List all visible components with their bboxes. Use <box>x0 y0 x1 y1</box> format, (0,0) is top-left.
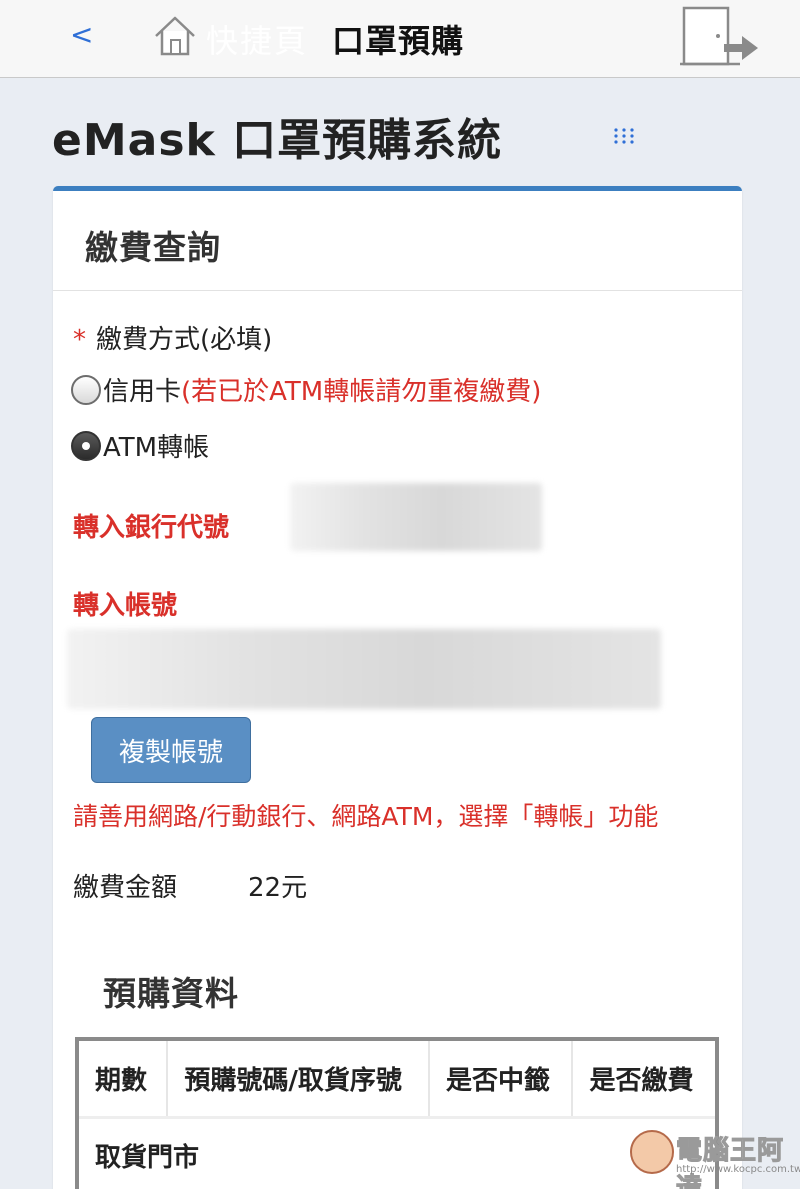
account-label: 轉入帳號 <box>73 591 178 621</box>
pickup-store-label: 取貨門市 <box>79 1117 715 1189</box>
column-period: 期數 <box>79 1041 168 1119</box>
atm-label: ATM轉帳 <box>103 433 210 463</box>
transfer-hint: 請善用網路/行動銀行、網路ATM，選擇「轉帳」功能 <box>73 802 659 831</box>
column-lottery: 是否中籤 <box>427 1041 573 1119</box>
atm-radio[interactable] <box>71 430 101 461</box>
watermark: 電腦王阿達 http://www.kocpc.com.tw <box>630 1128 800 1189</box>
radio-option-credit-card[interactable]: 信用卡 (若已於ATM轉帳請勿重複繳費) <box>71 371 541 408</box>
radio-option-atm[interactable]: ATM轉帳 <box>71 427 209 464</box>
top-nav-bar: < 快捷頁 口罩預購 <box>0 0 800 78</box>
column-paid: 是否繳費 <box>571 1041 715 1119</box>
nav-title: 口罩預購 <box>332 22 465 60</box>
watermark-text: 電腦王阿達 <box>676 1136 785 1189</box>
page-title: eMask 口罩預購系統 <box>52 115 503 166</box>
watermark-mascot-icon <box>630 1130 674 1174</box>
credit-card-radio[interactable] <box>71 374 101 405</box>
copy-account-button[interactable]: 複製帳號 <box>91 717 251 783</box>
card-title: 繳費查詢 <box>85 228 221 267</box>
payment-method-text: 繳費方式(必填) <box>96 325 273 355</box>
amount-label: 繳費金額 <box>73 873 178 903</box>
payment-card: 繳費查詢 * 繳費方式(必填) 信用卡 (若已於ATM轉帳請勿重複繳費) ATM轉… <box>53 186 742 1189</box>
amount-value: 22元 <box>248 873 308 903</box>
required-mark: * <box>73 325 86 355</box>
card-header: 繳費查詢 <box>53 191 742 291</box>
bank-code-label: 轉入銀行代號 <box>73 513 230 543</box>
preorder-table: 期數 預購號碼/取貨序號 是否中籤 是否繳費 取貨門市 <box>75 1037 719 1189</box>
credit-card-label: 信用卡 <box>103 377 182 407</box>
preorder-section-title: 預購資料 <box>103 974 239 1013</box>
column-order-number: 預購號碼/取貨序號 <box>166 1041 429 1119</box>
back-button[interactable]: < <box>70 18 93 51</box>
account-value-redacted <box>67 629 661 709</box>
watermark-url: http://www.kocpc.com.tw <box>676 1164 800 1175</box>
table-row: 取貨門市 <box>79 1117 715 1189</box>
shortcut-link[interactable]: 快捷頁 <box>206 16 308 62</box>
payment-method-label: * 繳費方式(必填) <box>73 319 272 356</box>
table-header-row: 期數 預購號碼/取貨序號 是否中籤 是否繳費 <box>79 1041 715 1119</box>
credit-card-note: (若已於ATM轉帳請勿重複繳費) <box>181 377 542 407</box>
bank-code-value-redacted <box>290 483 542 551</box>
exit-door-icon[interactable] <box>680 6 776 68</box>
menu-dots-icon[interactable] <box>612 124 636 148</box>
home-icon[interactable] <box>152 14 198 58</box>
